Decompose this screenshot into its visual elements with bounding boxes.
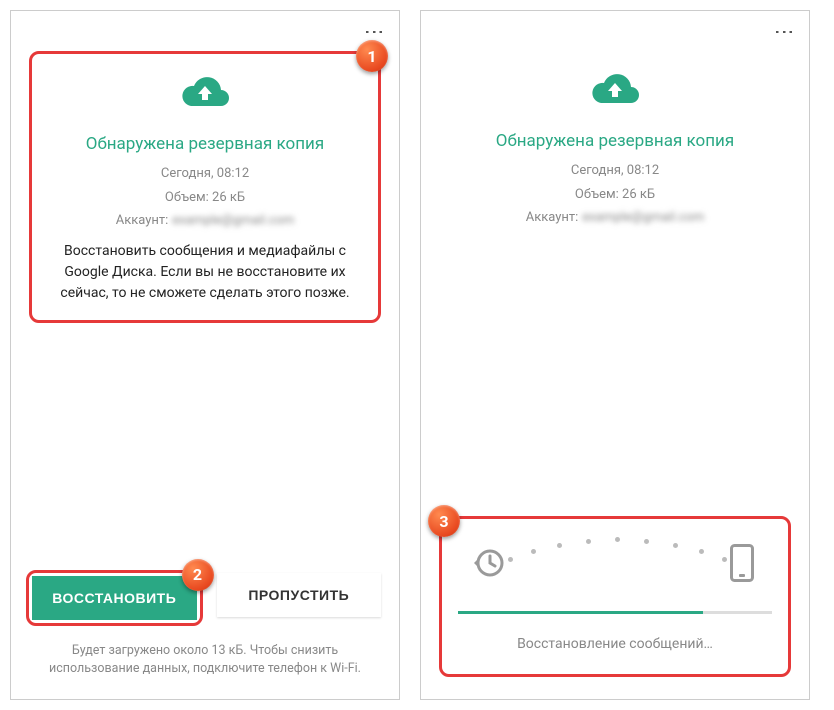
data-disclaimer: Будет загружено около 13 кБ. Чтобы снизи… [29,642,381,680]
restore-progress-card: 3 [439,516,791,677]
phone-icon [722,543,762,583]
step-badge-3: 3 [428,505,460,537]
restore-button[interactable]: ВОССТАНОВИТЬ [32,576,197,620]
more-vert-icon[interactable]: ⋮ [775,22,795,40]
restore-button-highlight: 2 ВОССТАНОВИТЬ [26,570,203,626]
backup-size: Объем: 26 кБ [42,188,368,208]
history-icon [468,543,508,583]
screen-restoring: ⋮ Обнаружена резервная копия Сегодня, 08… [420,10,810,700]
top-bar: ⋮ [421,11,809,51]
backup-description: Восстановить сообщения и медиафайлы с Go… [42,241,368,304]
screen-backup-found: ⋮ 1 Обнаружена резервная копия Сегодня, … [10,10,400,700]
progress-fill [458,611,703,614]
step-badge-1: 1 [356,40,388,72]
skip-button[interactable]: ПРОПУСТИТЬ [217,573,382,617]
backup-account: Аккаунт: example@gmail.com [42,211,368,231]
more-vert-icon[interactable]: ⋮ [365,22,385,40]
account-value: example@gmail.com [172,211,294,231]
backup-timestamp: Сегодня, 08:12 [449,161,781,181]
cloud-upload-icon [179,76,231,116]
account-label: Аккаунт: [116,211,169,231]
cloud-upload-icon [589,73,641,113]
account-value: example@gmail.com [582,208,704,228]
bottom-controls: 2 ВОССТАНОВИТЬ ПРОПУСТИТЬ Будет загружен… [11,573,399,700]
backup-timestamp: Сегодня, 08:12 [42,164,368,184]
backup-size: Объем: 26 кБ [449,185,781,205]
backup-title: Обнаружена резервная копия [42,134,368,154]
top-bar: ⋮ [11,11,399,51]
backup-info-card: Обнаружена резервная копия Сегодня, 08:1… [439,51,791,248]
progress-status-text: Восстановление сообщений… [458,636,772,652]
step-badge-2: 2 [182,559,214,591]
backup-account: Аккаунт: example@gmail.com [449,208,781,228]
button-row: 2 ВОССТАНОВИТЬ ПРОПУСТИТЬ [29,573,381,626]
transfer-animation [458,543,772,583]
backup-title: Обнаружена резервная копия [449,131,781,151]
progress-bar [458,611,772,614]
transfer-dots [504,537,726,567]
backup-info-card: 1 Обнаружена резервная копия Сегодня, 08… [29,51,381,323]
account-label: Аккаунт: [526,208,579,228]
